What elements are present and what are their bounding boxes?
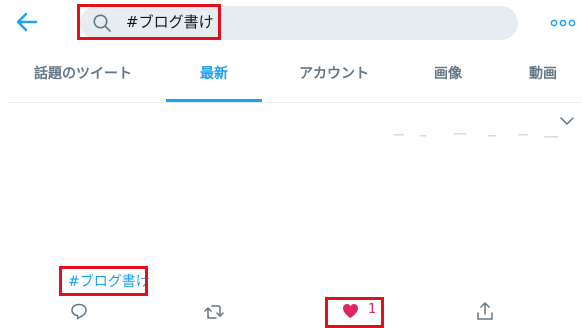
tab-accounts[interactable]: アカウント: [278, 52, 390, 99]
highlight-box-hashtag: [59, 266, 148, 296]
reply-icon[interactable]: [70, 302, 88, 320]
highlight-box-search: [77, 4, 221, 40]
faded-tweet-text: [394, 133, 558, 138]
highlight-box-like: [325, 297, 384, 328]
search-tabs: 話題のツイート 最新 アカウント 画像 動画: [8, 52, 582, 102]
more-horizontal-icon[interactable]: [550, 17, 576, 29]
tabs-divider: [8, 102, 582, 103]
tab-videos[interactable]: 動画: [504, 52, 582, 99]
retweet-icon[interactable]: [204, 303, 224, 321]
tab-top-tweets[interactable]: 話題のツイート: [8, 52, 158, 99]
tab-photos[interactable]: 画像: [408, 52, 488, 99]
chevron-down-icon[interactable]: [560, 116, 574, 126]
share-icon[interactable]: [476, 301, 494, 321]
tab-latest[interactable]: 最新: [166, 52, 262, 99]
back-arrow-icon[interactable]: [14, 9, 40, 35]
